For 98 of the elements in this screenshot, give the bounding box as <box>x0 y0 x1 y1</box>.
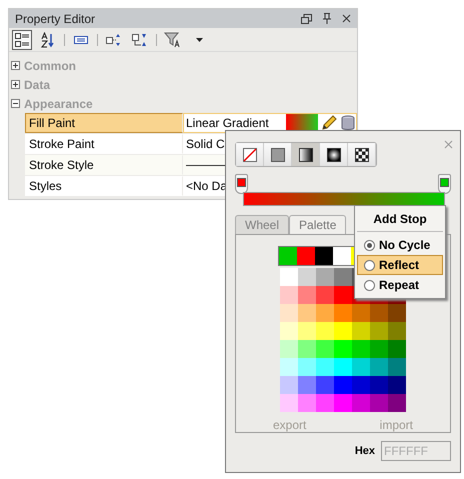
palette-swatch[interactable] <box>298 358 316 376</box>
palette-swatch[interactable] <box>298 394 316 412</box>
palette-swatch[interactable] <box>334 286 352 304</box>
palette-swatch[interactable] <box>334 394 352 412</box>
dropdown-arrow-icon[interactable] <box>196 38 202 42</box>
menu-item[interactable]: Add Stop <box>357 209 443 232</box>
paint-mode-button[interactable] <box>320 143 348 166</box>
property-value: Linear Gradient <box>186 116 269 130</box>
database-icon[interactable] <box>340 115 356 131</box>
palette-swatch[interactable] <box>370 394 388 412</box>
menu-item[interactable]: Reflect <box>357 255 443 275</box>
palette-swatch[interactable] <box>316 340 334 358</box>
palette-swatch[interactable] <box>316 358 334 376</box>
palette-swatch[interactable] <box>280 394 298 412</box>
gradient-stop[interactable] <box>438 174 451 194</box>
palette-swatch[interactable] <box>388 394 406 412</box>
property-name[interactable]: Fill Paint <box>25 113 183 133</box>
palette-swatch[interactable] <box>370 340 388 358</box>
palette-swatch[interactable] <box>298 322 316 340</box>
paint-mode-button[interactable] <box>292 143 320 166</box>
palette-swatch[interactable] <box>316 376 334 394</box>
palette-swatch[interactable] <box>352 376 370 394</box>
menu-item[interactable]: Repeat <box>357 275 443 295</box>
palette-swatch[interactable] <box>280 358 298 376</box>
palette-swatch[interactable] <box>316 394 334 412</box>
sort-alphabetical-icon[interactable] <box>41 32 55 48</box>
window-title: Property Editor <box>15 12 96 26</box>
palette-swatch[interactable] <box>280 304 298 322</box>
categorized-list-icon <box>15 32 29 46</box>
pencil-icon[interactable] <box>321 115 337 131</box>
expand-all-icon[interactable] <box>106 32 122 46</box>
palette-swatch[interactable] <box>334 340 352 358</box>
solid-fill-icon <box>270 148 284 162</box>
palette-swatch[interactable] <box>370 358 388 376</box>
palette-swatch[interactable] <box>280 268 298 286</box>
palette-swatch[interactable] <box>298 268 316 286</box>
palette-swatch[interactable] <box>280 340 298 358</box>
property-name[interactable]: Stroke Paint <box>25 134 183 154</box>
palette-swatch[interactable] <box>352 322 370 340</box>
hex-label: Hex <box>354 445 375 457</box>
palette-swatch[interactable] <box>352 394 370 412</box>
palette-swatch[interactable] <box>388 340 406 358</box>
categorized-view-button[interactable] <box>12 30 32 50</box>
radial-gradient-icon <box>326 148 340 162</box>
property-name[interactable]: Styles <box>25 176 183 196</box>
paint-mode-button[interactable] <box>264 143 292 166</box>
palette-swatch[interactable] <box>334 268 352 286</box>
expand-icon[interactable] <box>11 61 20 70</box>
menu-item[interactable]: No Cycle <box>357 235 443 255</box>
palette-swatch[interactable] <box>370 376 388 394</box>
palette-swatch[interactable] <box>388 358 406 376</box>
recent-color-swatch[interactable] <box>315 247 333 265</box>
property-name[interactable]: Stroke Style <box>25 155 183 175</box>
pin-icon[interactable] <box>322 13 332 24</box>
close-icon[interactable] <box>342 14 351 23</box>
tab[interactable]: Palette <box>289 215 346 234</box>
palette-swatch[interactable] <box>316 286 334 304</box>
radio-button[interactable] <box>364 260 375 270</box>
palette-swatch[interactable] <box>352 340 370 358</box>
palette-swatch[interactable] <box>352 358 370 376</box>
expand-icon[interactable] <box>11 80 20 89</box>
palette-swatch[interactable] <box>298 376 316 394</box>
paint-mode-button[interactable] <box>348 143 376 166</box>
radio-button[interactable] <box>364 240 375 250</box>
palette-swatch[interactable] <box>388 376 406 394</box>
property-pages-icon[interactable] <box>74 36 88 44</box>
palette-swatch[interactable] <box>298 286 316 304</box>
palette-swatch[interactable] <box>280 286 298 304</box>
property-value: Solid C <box>186 137 225 151</box>
restore-icon[interactable] <box>301 14 312 24</box>
no-paint-icon <box>242 148 256 162</box>
palette-swatch[interactable] <box>334 376 352 394</box>
palette-swatch[interactable] <box>334 304 352 322</box>
palette-swatch[interactable] <box>388 322 406 340</box>
checker-pattern-icon <box>354 148 368 162</box>
palette-swatch[interactable] <box>280 376 298 394</box>
linear-gradient-icon <box>298 148 312 162</box>
recent-color-swatch[interactable] <box>279 247 297 265</box>
collapse-all-icon[interactable] <box>132 32 148 46</box>
palette-swatch[interactable] <box>334 322 352 340</box>
hex-field[interactable]: FFFFFF <box>381 441 451 461</box>
filter-icon[interactable] <box>164 32 182 48</box>
radio-button[interactable] <box>364 280 375 290</box>
palette-swatch[interactable] <box>316 304 334 322</box>
palette-swatch[interactable] <box>298 304 316 322</box>
palette-swatch[interactable] <box>334 358 352 376</box>
palette-swatch[interactable] <box>316 268 334 286</box>
palette-swatch[interactable] <box>388 304 406 322</box>
palette-swatch[interactable] <box>280 322 298 340</box>
palette-swatch[interactable] <box>316 322 334 340</box>
collapse-icon[interactable] <box>11 99 20 108</box>
recent-color-swatch[interactable] <box>333 247 351 265</box>
recent-color-swatch[interactable] <box>297 247 315 265</box>
palette-swatch[interactable] <box>352 304 370 322</box>
gradient-stop[interactable] <box>235 174 248 194</box>
palette-swatch[interactable] <box>298 340 316 358</box>
palette-swatch[interactable] <box>370 304 388 322</box>
palette-swatch[interactable] <box>370 322 388 340</box>
